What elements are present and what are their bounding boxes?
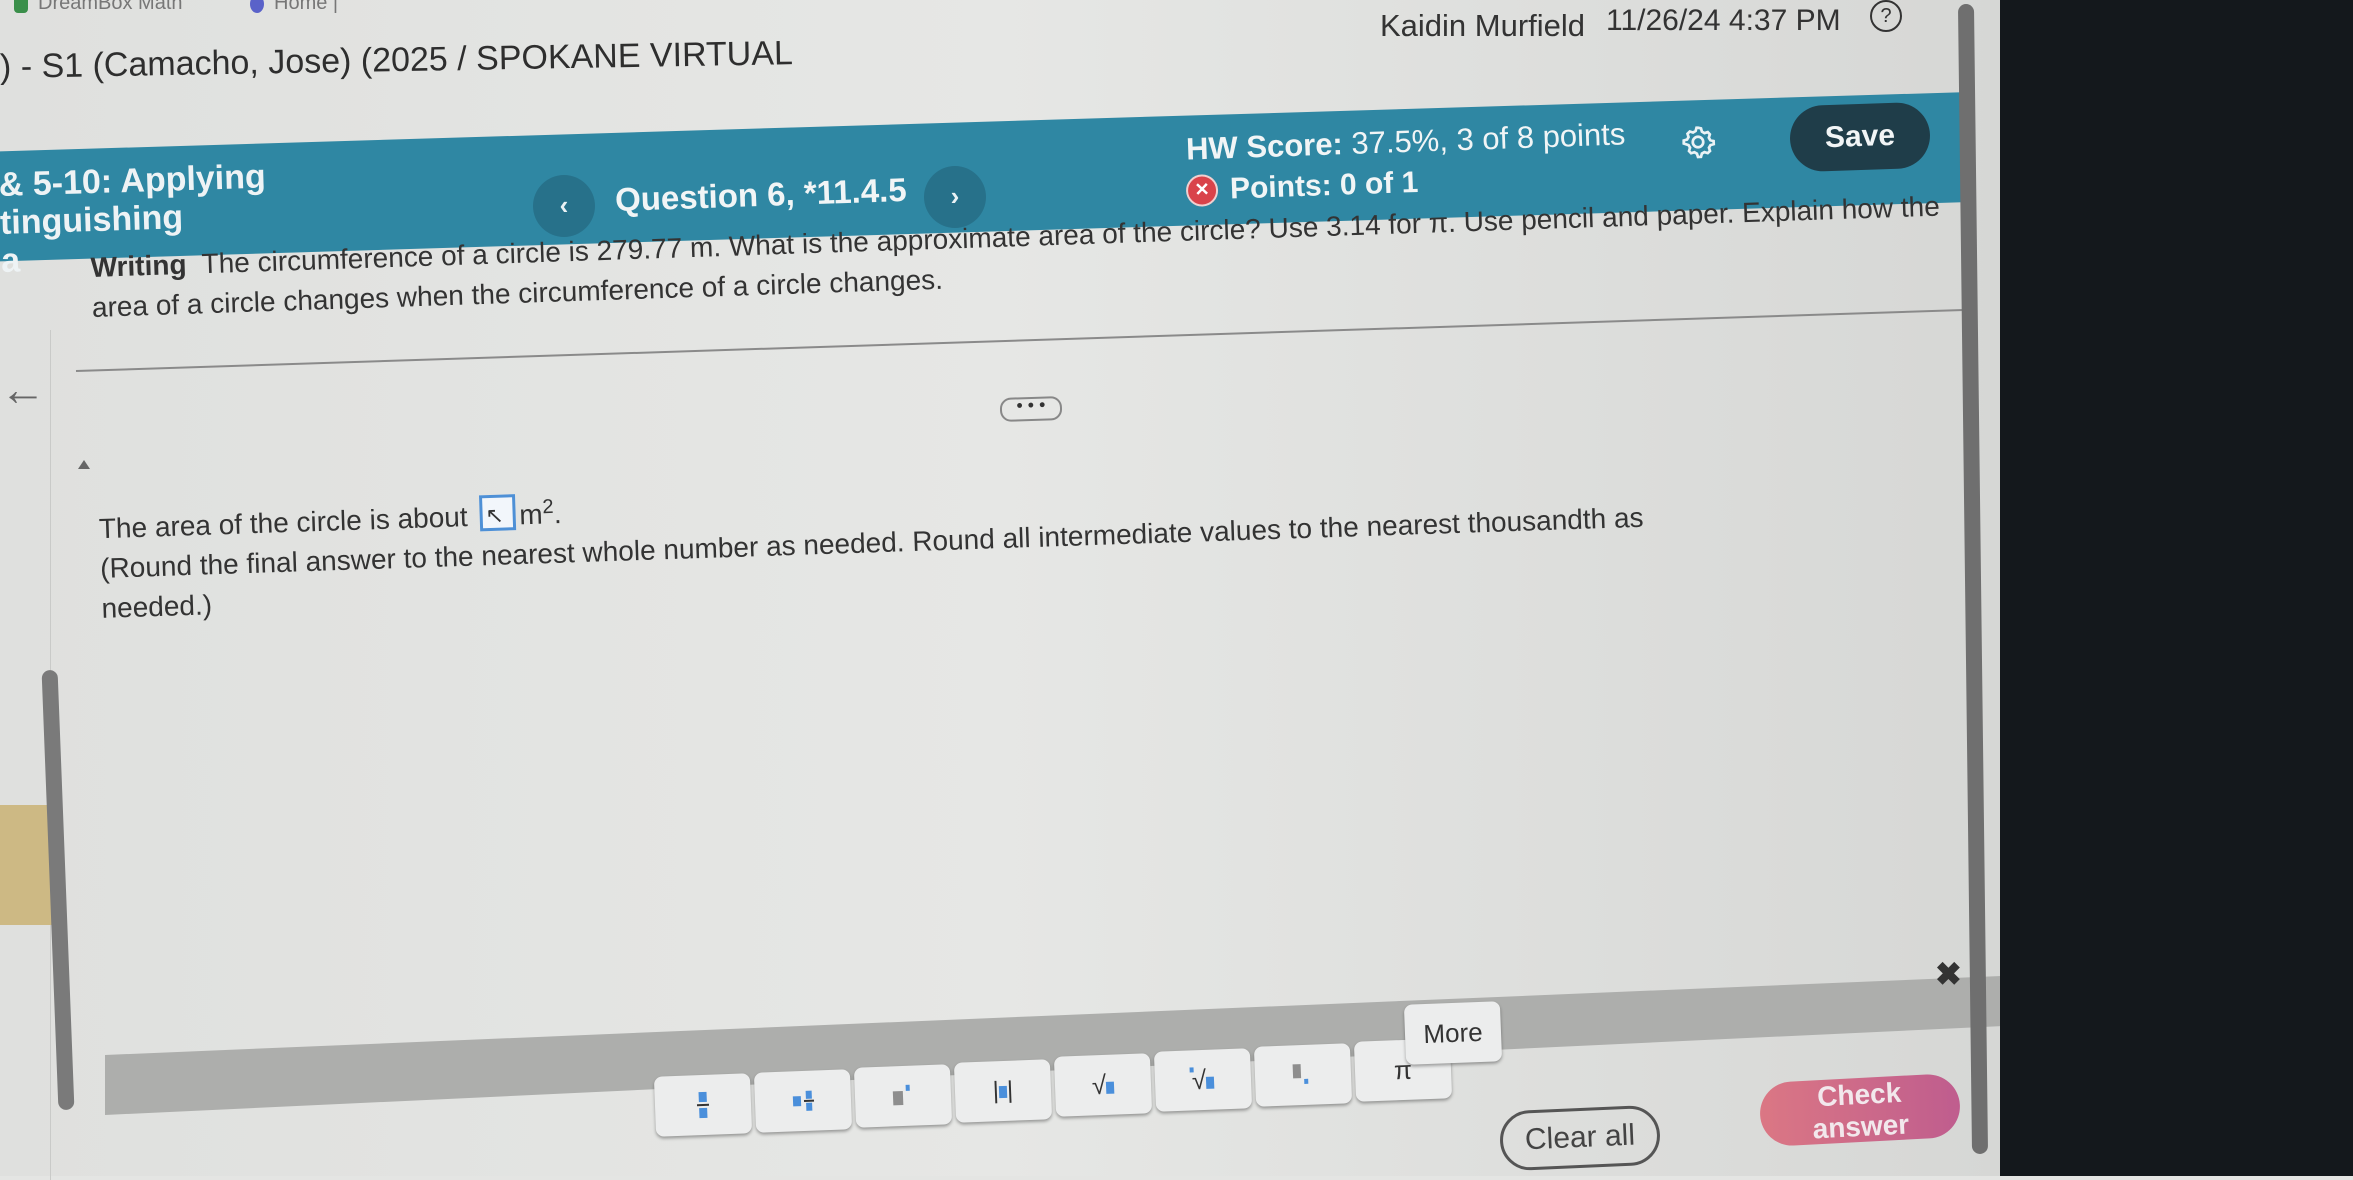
answer-area: The area of the circle is about ↖ m2. (R… [98, 449, 1701, 629]
answer-input[interactable]: ↖ [478, 494, 516, 532]
square-root-button[interactable]: √ [1053, 1053, 1153, 1117]
home-bookmark-icon [250, 0, 264, 13]
bookmark-label: Home | [274, 0, 339, 14]
collapse-up-icon[interactable] [78, 460, 90, 469]
fraction-button[interactable] [653, 1073, 753, 1137]
subscript-button[interactable] [1253, 1043, 1353, 1107]
absolute-value-button[interactable]: | | [953, 1059, 1053, 1123]
exponent-icon [892, 1084, 914, 1108]
save-button[interactable]: Save [1788, 101, 1932, 173]
help-icon[interactable]: ? [1870, 0, 1902, 32]
bookmark-label: DreamBox Math [38, 0, 183, 14]
mouse-cursor-icon: ↖ [484, 502, 505, 529]
incorrect-icon: ✕ [1185, 173, 1219, 208]
user-name[interactable]: Kaidin Murfield [1380, 8, 1585, 44]
close-palette-icon[interactable]: ✖ [1935, 955, 1962, 993]
mixed-number-button[interactable] [753, 1069, 853, 1133]
answer-unit-exponent: 2 [542, 495, 554, 519]
check-answer-button[interactable]: Check answer [1758, 1072, 1962, 1148]
bookmarks-bar: DreamBox Math Home | [0, 0, 1000, 14]
gear-icon[interactable] [1680, 124, 1716, 160]
prev-question-button[interactable]: ‹ [533, 175, 595, 237]
expand-more-button[interactable]: • • • [999, 395, 1063, 422]
square-root-icon: √ [1091, 1069, 1115, 1101]
answer-suffix: . [553, 497, 563, 530]
dreambox-icon [14, 0, 28, 13]
more-symbols-button[interactable]: More [1403, 1001, 1503, 1065]
fraction-icon [696, 1091, 710, 1119]
page: DreamBox Math Home | ) - S1 (Camacho, Jo… [0, 0, 2049, 1180]
points-label: Points: 0 of 1 [1229, 165, 1419, 206]
exponent-button[interactable] [853, 1064, 953, 1128]
screen-bezel [2000, 0, 2353, 1176]
nth-root-icon: √ [1189, 1064, 1215, 1096]
answer-prefix: The area of the circle is about [98, 501, 469, 545]
back-arrow-icon[interactable]: ← [0, 362, 46, 416]
datetime: 11/26/24 4:37 PM [1606, 4, 1841, 37]
answer-unit: m [518, 498, 544, 531]
course-title: ) - S1 (Camacho, Jose) (2025 / SPOKANE V… [0, 34, 794, 86]
nth-root-button[interactable]: √ [1153, 1048, 1253, 1112]
clear-all-button[interactable]: Clear all [1498, 1104, 1662, 1172]
question-tag: Writing [90, 248, 188, 283]
absolute-value-icon: | | [992, 1076, 1014, 1105]
bookmark-home[interactable]: Home | [250, 0, 338, 14]
subscript-icon [1292, 1064, 1314, 1087]
hw-score-label: HW Score: [1185, 126, 1344, 167]
mixed-number-icon [792, 1090, 814, 1112]
more-label: More [1422, 1016, 1484, 1049]
bookmark-dreambox[interactable]: DreamBox Math [14, 0, 183, 14]
